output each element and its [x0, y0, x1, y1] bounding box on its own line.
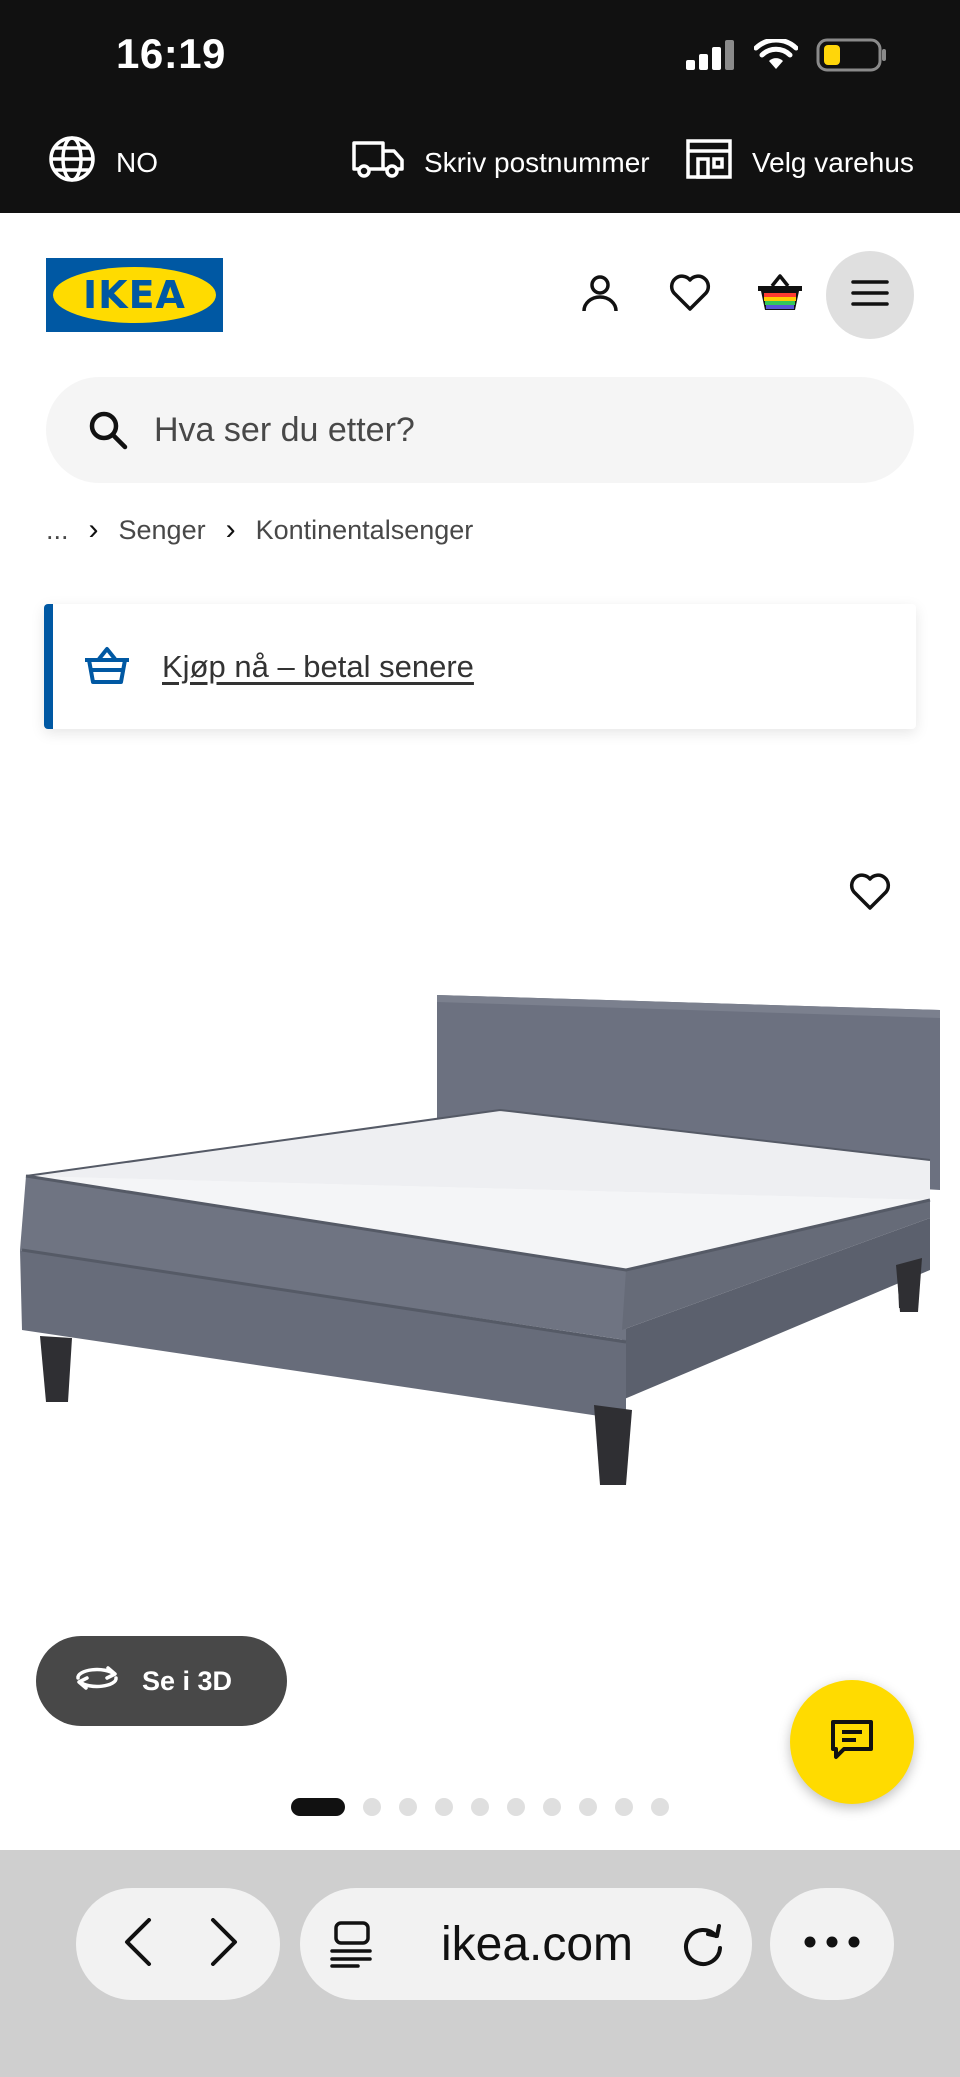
- logo-oval: IKEA: [53, 267, 216, 323]
- favourites-button[interactable]: [646, 251, 734, 339]
- chevron-right-icon: ›: [225, 513, 236, 546]
- status-icons: [686, 37, 888, 77]
- chevron-right-icon: ›: [88, 513, 99, 546]
- see-in-3d-label: Se i 3D: [142, 1665, 233, 1696]
- postcode-label: Skriv postnummer: [424, 146, 650, 178]
- breadcrumb: ... › Senger › Kontinentalsenger: [46, 510, 473, 550]
- more-dots-icon: [804, 1935, 860, 1953]
- carousel-dot[interactable]: [651, 1798, 669, 1816]
- status-time: 16:19: [116, 30, 226, 77]
- status-bar: 16:19: [0, 0, 960, 112]
- carousel-dot[interactable]: [435, 1798, 453, 1816]
- promo-banner[interactable]: Kjøp nå – betal senere: [44, 604, 916, 729]
- site-header: IKEA: [0, 213, 960, 363]
- search-bar[interactable]: Hva ser du etter?: [46, 377, 914, 483]
- battery-icon: [816, 38, 888, 77]
- carousel-dot[interactable]: [471, 1798, 489, 1816]
- chevron-right-icon: [209, 1917, 239, 1971]
- chat-bubble-icon: [830, 1719, 874, 1766]
- forward-button[interactable]: [184, 1904, 264, 1984]
- url-text: ikea.com: [440, 1917, 634, 1971]
- see-in-3d-button[interactable]: Se i 3D: [36, 1636, 287, 1726]
- carousel-indicator: [291, 1797, 669, 1817]
- more-options-button[interactable]: [770, 1888, 894, 2000]
- breadcrumb-item-senger[interactable]: Senger: [119, 515, 206, 546]
- profile-button[interactable]: [556, 251, 644, 339]
- basket-button[interactable]: [736, 251, 824, 339]
- carousel-dot[interactable]: [363, 1798, 381, 1816]
- chat-button[interactable]: [790, 1680, 914, 1804]
- menu-button[interactable]: [826, 251, 914, 339]
- logo-text: IKEA: [83, 273, 186, 317]
- carousel-dot[interactable]: [399, 1798, 417, 1816]
- store-selector[interactable]: Velg varehus: [686, 112, 914, 213]
- promo-link[interactable]: Kjøp nå – betal senere: [162, 604, 474, 729]
- carousel-dot[interactable]: [615, 1798, 633, 1816]
- store-label: Velg varehus: [752, 146, 914, 178]
- carousel-dot-active[interactable]: [291, 1798, 345, 1816]
- postcode-selector[interactable]: Skriv postnummer: [352, 112, 650, 213]
- utility-bar: NO Skriv postnummer Velg varehus: [0, 112, 960, 213]
- heart-icon: [849, 872, 891, 916]
- reader-tabs-icon[interactable]: [330, 1920, 374, 1973]
- breadcrumb-item-kontinentalsenger[interactable]: Kontinentalsenger: [256, 515, 474, 546]
- ikea-logo[interactable]: IKEA: [46, 258, 223, 332]
- delivery-truck-icon: [352, 139, 404, 186]
- promo-accent-bar: [44, 604, 53, 729]
- carousel-dot[interactable]: [579, 1798, 597, 1816]
- menu-icon: [851, 278, 889, 313]
- basket-outline-icon: [82, 644, 132, 693]
- heart-icon: [669, 273, 711, 317]
- breadcrumb-item-more[interactable]: ...: [46, 515, 69, 546]
- wifi-icon: [753, 37, 799, 76]
- search-placeholder: Hva ser du etter?: [154, 410, 415, 449]
- basket-icon: [756, 272, 804, 319]
- add-to-favourites-button[interactable]: [836, 860, 904, 928]
- rotate-3d-icon: [74, 1663, 120, 1700]
- reload-icon[interactable]: [680, 1920, 726, 1973]
- profile-icon: [580, 273, 620, 318]
- chevron-left-icon: [123, 1917, 153, 1971]
- carousel-dot[interactable]: [507, 1798, 525, 1816]
- language-label: NO: [116, 146, 158, 178]
- globe-icon: [48, 135, 96, 190]
- cellular-signal-icon: [686, 40, 736, 75]
- store-icon: [686, 139, 732, 186]
- search-icon: [88, 410, 128, 455]
- browser-toolbar: ikea.com: [0, 1850, 960, 2077]
- product-image[interactable]: [0, 980, 960, 1565]
- navigation-pill: [76, 1888, 280, 2000]
- back-button[interactable]: [98, 1904, 178, 1984]
- language-selector[interactable]: NO: [48, 112, 158, 213]
- carousel-dot[interactable]: [543, 1798, 561, 1816]
- address-bar[interactable]: ikea.com: [300, 1888, 752, 2000]
